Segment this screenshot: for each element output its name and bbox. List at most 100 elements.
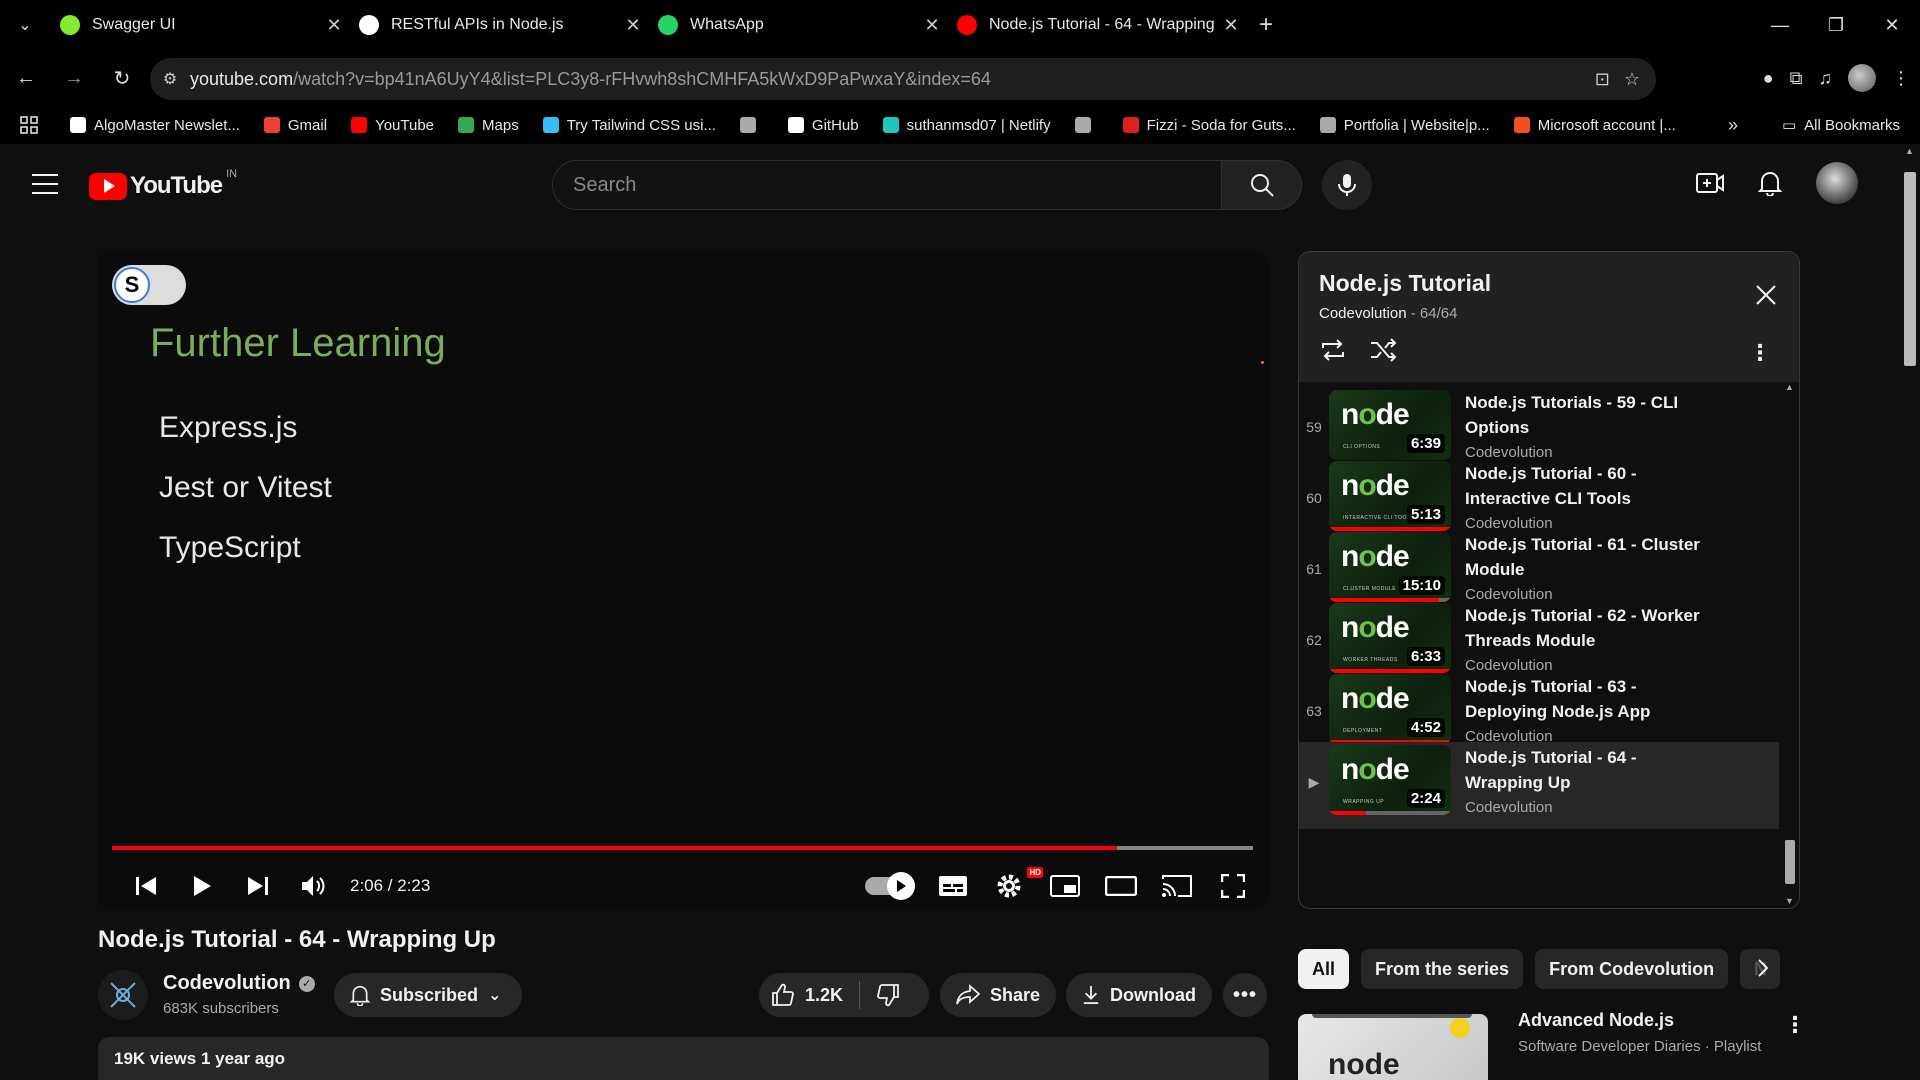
all-bookmarks-button[interactable]: ▭ All Bookmarks xyxy=(1782,116,1900,135)
playlist-scroll-thumb[interactable] xyxy=(1785,840,1795,884)
download-button[interactable]: Download xyxy=(1066,973,1212,1017)
minimize-icon[interactable]: — xyxy=(1752,0,1808,50)
subscribed-button[interactable]: Subscribed ⌄ xyxy=(334,973,522,1017)
bookmark-item[interactable]: Maps xyxy=(458,117,519,134)
omnibox[interactable]: ⚙ youtube.com/watch?v=bp41nA6UyY4&list=P… xyxy=(150,58,1656,100)
channel-avatar[interactable] xyxy=(98,970,148,1020)
browser-profile-avatar[interactable] xyxy=(1848,64,1876,92)
dislike-thumb-icon[interactable] xyxy=(876,983,900,1007)
bookmark-item[interactable]: suthanmsd07 | Netlify xyxy=(882,117,1051,134)
video-thumbnail[interactable]: node WRAPPING UP 2:24 xyxy=(1329,745,1451,815)
back-arrow-icon[interactable]: ← xyxy=(4,56,48,100)
bookmark-item[interactable] xyxy=(739,117,764,134)
recommended-thumbnail[interactable]: node xyxy=(1298,1014,1488,1080)
browser-tab[interactable]: WhatsApp ✕ xyxy=(648,0,947,50)
account-avatar[interactable] xyxy=(1816,162,1858,204)
playlist-title[interactable]: Node.js Tutorial xyxy=(1319,270,1491,297)
close-tab-icon[interactable]: ✕ xyxy=(319,15,349,36)
more-actions-button[interactable]: ••• xyxy=(1223,973,1267,1017)
next-button[interactable] xyxy=(230,863,286,909)
slide-toggle-switch[interactable]: S xyxy=(112,265,186,305)
page-scroll-up-icon[interactable]: ▲ xyxy=(1905,146,1914,156)
bookmark-item[interactable]: YouTube xyxy=(351,117,434,134)
reload-icon[interactable]: ↻ xyxy=(100,56,144,100)
forward-arrow-icon[interactable]: → xyxy=(52,56,96,100)
miniplayer-button[interactable] xyxy=(1037,863,1093,909)
close-tab-icon[interactable]: ✕ xyxy=(917,15,947,36)
previous-button[interactable] xyxy=(118,863,174,909)
restore-icon[interactable]: ❐ xyxy=(1808,0,1864,50)
notifications-bell-icon[interactable] xyxy=(1758,170,1782,196)
play-button[interactable] xyxy=(174,863,230,909)
close-tab-icon[interactable]: ✕ xyxy=(1216,15,1246,36)
settings-button[interactable]: HD xyxy=(981,863,1043,909)
browser-tab[interactable]: Node.js Tutorial - 64 - Wrapping Up ✕ xyxy=(947,0,1246,50)
like-thumb-icon[interactable] xyxy=(771,983,795,1007)
loop-icon[interactable] xyxy=(1319,338,1347,362)
share-button[interactable]: Share xyxy=(940,973,1056,1017)
search-button[interactable] xyxy=(1222,160,1302,210)
video-thumbnail[interactable]: node CLUSTER MODULE 15:10 xyxy=(1329,532,1451,602)
bookmark-item[interactable]: Portfolia | Website|p... xyxy=(1319,117,1490,134)
filter-chip[interactable]: All xyxy=(1298,949,1350,989)
extension-icon[interactable]: ● xyxy=(1763,68,1774,89)
browser-tab[interactable]: Swagger UI ✕ xyxy=(50,0,349,50)
video-thumbnail[interactable]: node CLI OPTIONS 6:39 xyxy=(1329,390,1451,460)
playlist-more-icon[interactable]: ⋮ xyxy=(1749,340,1771,366)
chips-next-arrow-icon[interactable] xyxy=(1756,957,1770,984)
playlist-channel[interactable]: Codevolution xyxy=(1319,305,1407,322)
youtube-logo[interactable]: YouTube IN xyxy=(89,168,237,200)
bookmark-item[interactable] xyxy=(1074,117,1099,134)
video-player[interactable]: S Further Learning Express.js Jest or Vi… xyxy=(98,251,1269,909)
fullscreen-button[interactable] xyxy=(1205,863,1261,909)
bookmark-item[interactable]: Fizzi - Soda for Guts... xyxy=(1122,117,1296,134)
subtitles-button[interactable] xyxy=(925,863,981,909)
site-info-icon[interactable]: ⚙ xyxy=(150,69,190,89)
bookmarks-overflow-icon[interactable]: » xyxy=(1728,115,1738,136)
volume-button[interactable] xyxy=(286,863,342,909)
bookmark-item[interactable]: AlgoMaster Newslet... xyxy=(70,117,240,134)
channel-name-link[interactable]: Codevolution ✓ xyxy=(163,972,315,995)
seek-bar[interactable] xyxy=(112,846,1253,850)
new-tab-button[interactable]: + xyxy=(1246,11,1286,39)
url-text[interactable]: youtube.com/watch?v=bp41nA6UyY4&list=PLC… xyxy=(190,69,1595,90)
menu-hamburger-icon[interactable] xyxy=(32,174,58,201)
recommended-title[interactable]: Advanced Node.js xyxy=(1518,1010,1674,1031)
create-video-icon[interactable] xyxy=(1696,171,1724,195)
bookmark-star-icon[interactable]: ☆ xyxy=(1624,69,1640,90)
extensions-puzzle-icon[interactable]: ⧉ xyxy=(1790,68,1803,89)
close-tab-icon[interactable]: ✕ xyxy=(618,15,648,36)
playlist-item[interactable]: ▶ node WRAPPING UP 2:24 Node.js Tutorial - 6… xyxy=(1299,742,1779,829)
bookmark-item[interactable]: GitHub xyxy=(787,117,859,134)
shuffle-icon[interactable] xyxy=(1369,338,1397,362)
apps-grid-icon[interactable] xyxy=(20,116,38,134)
tab-search-icon[interactable]: ⌄ xyxy=(0,0,50,50)
media-control-icon[interactable]: ♫ xyxy=(1819,68,1833,89)
browser-menu-icon[interactable]: ⋮ xyxy=(1892,68,1910,89)
filter-chip[interactable]: From the series xyxy=(1361,949,1524,989)
voice-search-button[interactable] xyxy=(1322,160,1372,210)
install-app-icon[interactable]: ⊡ xyxy=(1595,69,1610,90)
theater-mode-button[interactable] xyxy=(1093,863,1149,909)
bookmark-item[interactable]: Microsoft account |... xyxy=(1513,117,1676,134)
search-input[interactable] xyxy=(573,173,1221,197)
page-scroll-thumb[interactable] xyxy=(1904,172,1916,366)
video-thumbnail[interactable]: node WORKER THREADS 6:33 xyxy=(1329,603,1451,673)
video-thumbnail[interactable]: node DEPLOYMENT 4:52 xyxy=(1329,674,1451,744)
close-window-icon[interactable]: ✕ xyxy=(1864,0,1920,50)
bookmark-item[interactable]: Try Tailwind CSS usi... xyxy=(542,117,716,134)
bookmark-item[interactable]: Gmail xyxy=(263,117,327,134)
scroll-up-arrow-icon[interactable]: ▲ xyxy=(1785,382,1794,392)
playlist-scrollbar[interactable]: ▲ ▼ xyxy=(1783,382,1797,908)
cast-button[interactable] xyxy=(1149,863,1205,909)
description-box[interactable]: 19K views 1 year ago xyxy=(98,1037,1269,1080)
close-playlist-icon[interactable] xyxy=(1751,280,1781,310)
browser-tab[interactable]: RESTful APIs in Node.js ✕ xyxy=(349,0,648,50)
like-count[interactable]: 1.2K xyxy=(805,985,843,1006)
page-scrollbar[interactable]: ▲ xyxy=(1900,144,1920,1080)
scroll-down-arrow-icon[interactable]: ▼ xyxy=(1785,896,1794,906)
autoplay-toggle[interactable] xyxy=(865,872,915,900)
video-thumbnail[interactable]: node INTERACTIVE CLI TOOLS 5:13 xyxy=(1329,461,1451,531)
recommended-more-icon[interactable]: ⋮ xyxy=(1784,1012,1806,1038)
filter-chip[interactable]: From Codevolution xyxy=(1535,949,1729,989)
